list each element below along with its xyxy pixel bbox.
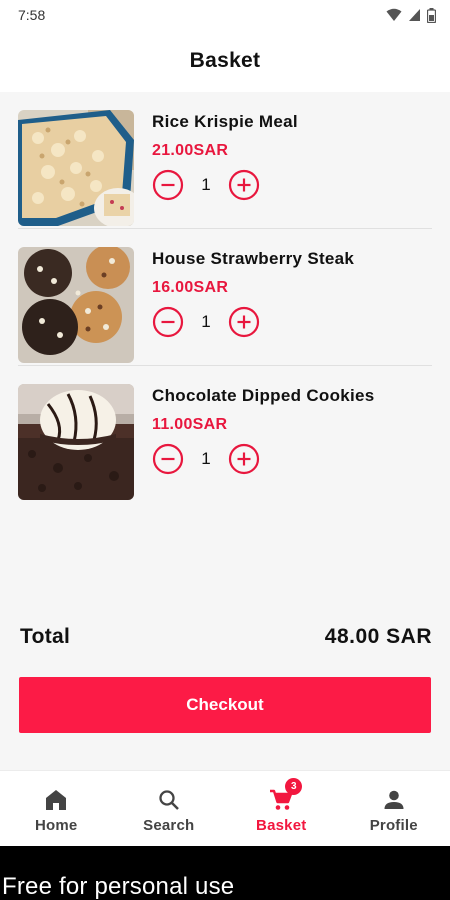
app-header: Basket	[0, 30, 450, 92]
nav-item-search[interactable]: Search	[113, 771, 226, 846]
quantity-stepper: 1	[152, 169, 260, 201]
battery-icon	[427, 7, 436, 23]
search-icon	[159, 790, 179, 810]
watermark-banner: Free for personal use	[0, 846, 450, 900]
basket-item: Chocolate Dipped Cookies 11.00SAR 1	[18, 366, 432, 503]
cart-icon-wrapper: 3	[268, 778, 303, 813]
quantity-value: 1	[201, 175, 211, 194]
status-time: 7:58	[18, 7, 46, 23]
status-icons	[386, 7, 436, 23]
status-bar: 7:58	[0, 0, 450, 30]
nav-label-search: Search	[143, 817, 195, 834]
quantity-value: 1	[201, 312, 211, 331]
wifi-icon	[386, 8, 402, 21]
nav-label-basket: Basket	[256, 817, 307, 834]
page-title: Basket	[189, 49, 261, 72]
quantity-stepper: 1	[152, 443, 260, 475]
cookie-image[interactable]	[18, 247, 134, 363]
rice-krispie-image[interactable]	[18, 110, 134, 226]
profile-icon	[384, 790, 404, 809]
decrease-quantity-button[interactable]	[152, 169, 184, 201]
quantity-stepper: 1	[152, 306, 260, 338]
basket-count-badge: 3	[285, 778, 303, 795]
item-name: Chocolate Dipped Cookies	[152, 386, 375, 405]
total-label: Total	[20, 625, 71, 648]
item-price: 16.00SAR	[152, 279, 229, 296]
watermark-text: Free for personal use	[2, 873, 235, 900]
home-icon	[46, 790, 67, 810]
decrease-quantity-button[interactable]	[152, 306, 184, 338]
decrease-quantity-button[interactable]	[152, 443, 184, 475]
brownie-icecream-image[interactable]	[18, 384, 134, 500]
basket-item: Rice Krispie Meal 21.00SAR 1	[18, 92, 432, 229]
nav-label-home: Home	[35, 817, 78, 834]
nav-item-basket[interactable]: 3 Basket	[225, 771, 338, 846]
basket-list: Rice Krispie Meal 21.00SAR 1 House Straw…	[0, 92, 450, 503]
nav-label-profile: Profile	[369, 817, 418, 834]
increase-quantity-button[interactable]	[228, 443, 260, 475]
signal-icon	[409, 9, 420, 21]
item-price: 21.00SAR	[152, 142, 229, 159]
bottom-nav: Home Search 3 Basket Profile	[0, 770, 450, 846]
checkout-button[interactable]: Checkout	[19, 677, 431, 733]
increase-quantity-button[interactable]	[228, 169, 260, 201]
total-value: 48.00 SAR	[324, 625, 432, 648]
increase-quantity-button[interactable]	[228, 306, 260, 338]
item-name: Rice Krispie Meal	[152, 112, 298, 131]
nav-item-home[interactable]: Home	[0, 771, 113, 846]
item-price: 11.00SAR	[152, 416, 228, 433]
total-row: Total 48.00 SAR	[20, 620, 432, 654]
nav-item-profile[interactable]: Profile	[338, 771, 450, 846]
item-name: House Strawberry Steak	[152, 249, 355, 268]
quantity-value: 1	[201, 449, 211, 468]
basket-item: House Strawberry Steak 16.00SAR 1	[18, 229, 432, 366]
